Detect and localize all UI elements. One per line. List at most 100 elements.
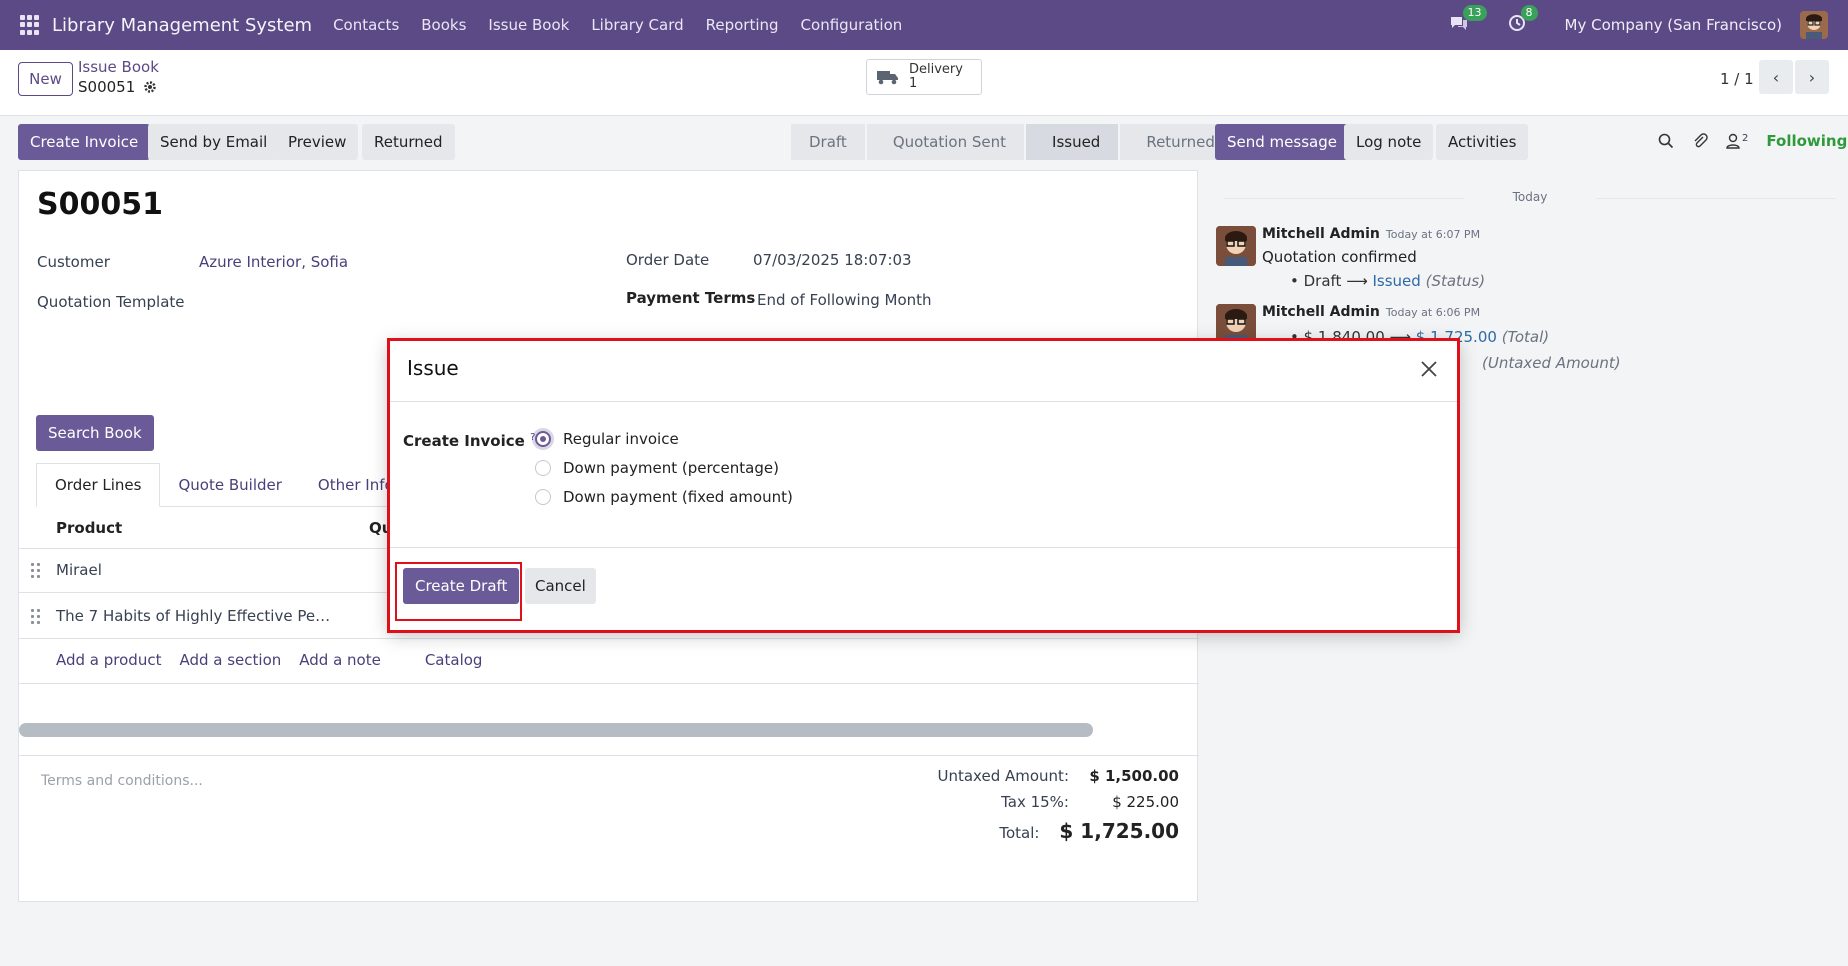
add-line-controls: Add a product Add a section Add a note C… bbox=[56, 651, 482, 669]
delivery-count: 1 bbox=[909, 76, 918, 91]
radio-unselected[interactable] bbox=[535, 460, 551, 476]
radio-unselected[interactable] bbox=[535, 489, 551, 505]
payment-terms-field[interactable]: End of Following Month bbox=[757, 291, 932, 309]
option-down-payment-percentage[interactable]: Down payment (percentage) bbox=[535, 459, 779, 477]
user-avatar[interactable] bbox=[1800, 11, 1828, 39]
option-label: Down payment (percentage) bbox=[563, 459, 779, 477]
add-product-link[interactable]: Add a product bbox=[56, 651, 161, 669]
menu-books[interactable]: Books bbox=[421, 16, 466, 34]
delivery-label: Delivery bbox=[909, 62, 963, 77]
option-label: Regular invoice bbox=[563, 430, 679, 448]
quotation-template-label: Quotation Template bbox=[37, 293, 185, 311]
app-brand[interactable]: Library Management System bbox=[52, 15, 312, 36]
drag-handle-icon[interactable] bbox=[31, 609, 41, 625]
message-author[interactable]: Mitchell Admin bbox=[1262, 304, 1380, 320]
author-avatar[interactable] bbox=[1216, 226, 1256, 266]
tax-value: $ 225.00 bbox=[1112, 793, 1179, 811]
customer-field[interactable]: Azure Interior, Sofia bbox=[199, 253, 348, 271]
add-note-link[interactable]: Add a note bbox=[299, 651, 381, 669]
paperclip-icon[interactable] bbox=[1692, 133, 1708, 149]
arrow-right-icon: ⟶ bbox=[1346, 272, 1373, 290]
send-message-button[interactable]: Send message bbox=[1215, 124, 1349, 160]
tracking-line: (Untaxed Amount) bbox=[1482, 354, 1621, 372]
dialog-footer: Create Draft Cancel bbox=[389, 548, 1458, 631]
add-section-link[interactable]: Add a section bbox=[179, 651, 281, 669]
user-icon bbox=[1726, 133, 1740, 149]
create-invoice-label: Create Invoice ? bbox=[403, 432, 535, 450]
create-invoice-label-text: Create Invoice bbox=[403, 432, 525, 450]
tracking-field: (Untaxed Amount) bbox=[1482, 354, 1621, 372]
log-note-button[interactable]: Log note bbox=[1344, 124, 1434, 160]
message-time: Today at 6:07 PM bbox=[1385, 228, 1481, 241]
total-value: $ 1,725.00 bbox=[1059, 819, 1179, 843]
tracking-line: • Draft ⟶ Issued (Status) bbox=[1290, 272, 1486, 290]
option-regular-invoice[interactable]: Regular invoice bbox=[535, 430, 679, 448]
menu-configuration[interactable]: Configuration bbox=[801, 16, 903, 34]
tracking-old-value: Draft bbox=[1303, 272, 1342, 290]
option-down-payment-fixed[interactable]: Down payment (fixed amount) bbox=[535, 488, 793, 506]
activities-button[interactable]: Activities bbox=[1436, 124, 1529, 160]
company-switcher[interactable]: My Company (San Francisco) bbox=[1565, 16, 1782, 34]
message-author[interactable]: Mitchell Admin bbox=[1262, 226, 1380, 242]
terms-input[interactable]: Terms and conditions... bbox=[41, 773, 203, 789]
create-draft-button[interactable]: Create Draft bbox=[403, 568, 520, 604]
horizontal-scrollbar[interactable] bbox=[19, 723, 1093, 737]
menu-issue-book[interactable]: Issue Book bbox=[488, 16, 569, 34]
catalog-link[interactable]: Catalog bbox=[425, 651, 483, 669]
close-icon[interactable] bbox=[1420, 360, 1438, 378]
divider bbox=[19, 755, 1199, 756]
tracking-field: (Status) bbox=[1425, 272, 1486, 290]
main-menu: Contacts Books Issue Book Library Card R… bbox=[322, 16, 913, 34]
messages-button[interactable]: 13 bbox=[1449, 5, 1487, 37]
activities-button[interactable]: 8 bbox=[1507, 5, 1538, 37]
control-panel: New Issue Book S00051 Delivery 1 1 / 1 ‹… bbox=[0, 50, 1848, 116]
send-by-email-button[interactable]: Send by Email bbox=[148, 124, 280, 160]
pager-previous-button[interactable]: ‹ bbox=[1759, 60, 1793, 94]
create-invoice-button[interactable]: Create Invoice bbox=[18, 124, 151, 160]
menu-reporting[interactable]: Reporting bbox=[706, 16, 779, 34]
cancel-button[interactable]: Cancel bbox=[525, 568, 596, 604]
truck-icon bbox=[877, 71, 898, 85]
search-icon[interactable] bbox=[1658, 133, 1674, 149]
pager-next-button[interactable]: › bbox=[1795, 60, 1829, 94]
breadcrumb-record: S00051 bbox=[78, 78, 136, 96]
tab-quote-builder[interactable]: Quote Builder bbox=[160, 463, 299, 506]
author-avatar[interactable] bbox=[1216, 304, 1256, 344]
order-date-field[interactable]: 07/03/2025 18:07:03 bbox=[753, 251, 912, 269]
message-time: Today at 6:06 PM bbox=[1385, 306, 1481, 319]
column-product[interactable]: Product bbox=[56, 519, 122, 537]
chatter-tools: 2 Following bbox=[1658, 132, 1847, 150]
following-button[interactable]: Following bbox=[1766, 132, 1847, 150]
option-label: Down payment (fixed amount) bbox=[563, 488, 793, 506]
tracking-new-value: Issued bbox=[1372, 272, 1421, 290]
untaxed-value: $ 1,500.00 bbox=[1089, 767, 1179, 785]
divider bbox=[19, 683, 1199, 684]
radio-selected[interactable] bbox=[535, 431, 551, 447]
message-body: Quotation confirmed bbox=[1262, 248, 1417, 266]
order-date-label: Order Date bbox=[626, 251, 710, 269]
tab-order-lines[interactable]: Order Lines bbox=[36, 463, 161, 507]
line-product[interactable]: The 7 Habits of Highly Effective Pe… bbox=[56, 607, 330, 625]
stage-draft[interactable]: Draft bbox=[791, 124, 865, 160]
line-product[interactable]: Mirael bbox=[56, 561, 102, 579]
followers-button[interactable]: 2 bbox=[1726, 133, 1748, 149]
preview-button[interactable]: Preview bbox=[276, 124, 359, 160]
issue-dialog: Issue Create Invoice ? Regular invoice D… bbox=[389, 340, 1458, 631]
delivery-smart-button[interactable]: Delivery 1 bbox=[866, 59, 982, 95]
breadcrumb-current: S00051 bbox=[78, 78, 157, 96]
breadcrumb-parent[interactable]: Issue Book bbox=[78, 58, 159, 76]
gear-icon[interactable] bbox=[143, 80, 157, 94]
new-button[interactable]: New bbox=[18, 62, 73, 96]
pager-value[interactable]: 1 / 1 bbox=[1720, 70, 1754, 88]
stage-quotation-sent[interactable]: Quotation Sent bbox=[866, 124, 1025, 160]
chevron-left-icon: ‹ bbox=[1772, 67, 1780, 87]
stage-issued[interactable]: Issued bbox=[1026, 124, 1119, 160]
status-bar: Draft Quotation Sent Issued Returned bbox=[791, 124, 1235, 160]
returned-button[interactable]: Returned bbox=[362, 124, 455, 160]
menu-library-card[interactable]: Library Card bbox=[591, 16, 683, 34]
chevron-right-icon: › bbox=[1808, 67, 1816, 87]
menu-contacts[interactable]: Contacts bbox=[333, 16, 399, 34]
drag-handle-icon[interactable] bbox=[31, 563, 41, 579]
apps-menu-icon[interactable] bbox=[20, 15, 40, 35]
search-book-button[interactable]: Search Book bbox=[36, 415, 154, 451]
